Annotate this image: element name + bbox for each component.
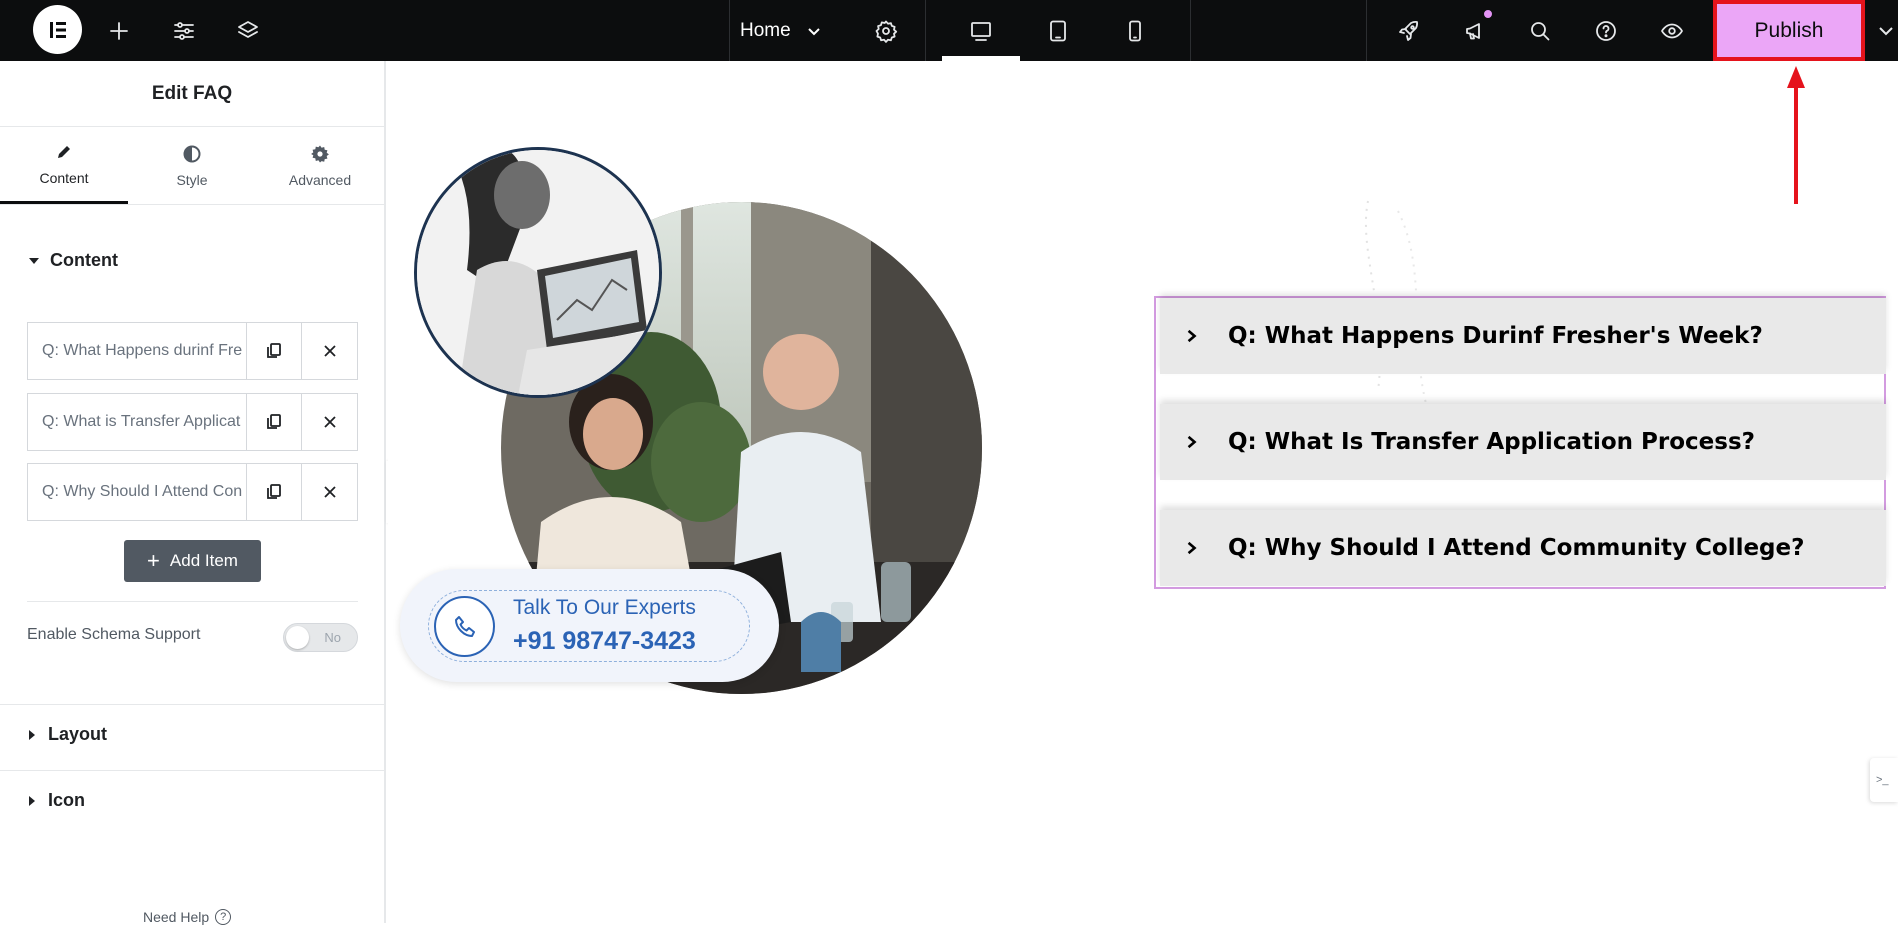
structure-layers-icon[interactable]	[235, 0, 261, 61]
schema-support-toggle[interactable]: No	[283, 623, 358, 652]
faq-question: Q: Why Should I Attend Community College…	[1228, 535, 1805, 561]
preview-canvas: Talk To Our Experts +91 98747-3423 Q: Wh…	[388, 61, 1898, 923]
student-laptop-photo	[414, 147, 662, 398]
content-section-toggle[interactable]: Content	[0, 250, 118, 271]
tab-style[interactable]: Style	[128, 127, 256, 204]
notification-dot	[1483, 9, 1493, 19]
separator	[1190, 0, 1191, 61]
repeater-item[interactable]: Q: What Happens durinf Fre	[27, 322, 358, 380]
duplicate-icon[interactable]	[247, 394, 303, 450]
remove-x-icon[interactable]	[302, 394, 357, 450]
content-section-label: Content	[50, 250, 118, 270]
chevron-right-icon	[1186, 328, 1198, 344]
separator	[925, 0, 926, 61]
separator	[729, 0, 730, 61]
gear-icon	[311, 145, 329, 162]
site-settings-icon[interactable]	[171, 0, 197, 61]
add-item-label: Add Item	[169, 551, 238, 570]
toggle-state-text: No	[324, 630, 341, 645]
page-name: Home	[740, 19, 791, 41]
schema-support-label: Enable Schema Support	[27, 626, 201, 643]
editor-panel: Edit FAQ Content Style Advanced Content …	[0, 61, 386, 925]
publish-button[interactable]: Publish	[1713, 0, 1865, 61]
caret-down-icon	[29, 257, 39, 264]
faq-item[interactable]: Q: What Is Transfer Application Process?	[1160, 404, 1886, 480]
icon-section-toggle[interactable]: Icon	[28, 790, 85, 811]
panel-tabs: Content Style Advanced	[0, 127, 384, 205]
faq-question: Q: What Is Transfer Application Process?	[1228, 429, 1755, 455]
separator	[1366, 0, 1367, 61]
elementor-logo-icon[interactable]	[33, 5, 82, 54]
remove-x-icon[interactable]	[302, 323, 357, 379]
plus-icon: +	[147, 548, 160, 573]
cta-title: Talk To Our Experts	[513, 596, 696, 619]
tab-advanced-label: Advanced	[288, 171, 352, 188]
tab-style-label: Style	[176, 171, 208, 188]
divider	[0, 770, 384, 771]
faq-item[interactable]: Q: Why Should I Attend Community College…	[1160, 510, 1886, 586]
panel-title: Edit FAQ	[0, 61, 384, 127]
caret-right-icon	[29, 795, 35, 806]
faq-widget[interactable]: Q: What Happens Durinf Fresher's Week? Q…	[1154, 296, 1886, 589]
tab-content[interactable]: Content	[0, 127, 128, 204]
tab-advanced[interactable]: Advanced	[256, 127, 384, 204]
repeater-item-title[interactable]: Q: Why Should I Attend Con	[28, 464, 248, 520]
tab-content-label: Content	[39, 170, 89, 186]
page-settings-gear-icon[interactable]	[873, 0, 899, 61]
toggle-knob	[286, 626, 309, 649]
faq-question: Q: What Happens Durinf Fresher's Week?	[1228, 323, 1763, 349]
help-icon[interactable]	[1593, 0, 1619, 61]
half-circle-icon	[183, 145, 201, 162]
repeater-item[interactable]: Q: Why Should I Attend Con	[27, 463, 358, 521]
icon-section-label: Icon	[48, 790, 86, 810]
divider	[0, 704, 384, 705]
preview-eye-icon[interactable]	[1659, 0, 1685, 61]
search-icon[interactable]	[1527, 0, 1553, 61]
chevron-right-icon	[1186, 540, 1198, 556]
divider	[27, 601, 358, 602]
layout-section-label: Layout	[48, 724, 108, 744]
desktop-view-icon[interactable]	[968, 0, 994, 61]
repeater-item[interactable]: Q: What is Transfer Applicat	[27, 393, 358, 451]
add-element-icon[interactable]	[106, 0, 132, 61]
remove-x-icon[interactable]	[302, 464, 357, 520]
chevron-right-icon	[1186, 434, 1198, 450]
page-selector[interactable]: Home	[740, 0, 823, 61]
duplicate-icon[interactable]	[247, 464, 303, 520]
cta-phone-number[interactable]: +91 98747-3423	[513, 627, 696, 656]
caret-right-icon	[29, 729, 35, 740]
layout-section-toggle[interactable]: Layout	[28, 724, 107, 745]
pencil-icon	[58, 146, 70, 158]
mobile-view-icon[interactable]	[1122, 0, 1148, 61]
add-item-button[interactable]: + Add Item	[124, 540, 261, 582]
publish-options-chevron-icon[interactable]	[1875, 0, 1897, 61]
repeater-item-title[interactable]: Q: What Happens durinf Fre	[28, 323, 248, 379]
repeater-item-title[interactable]: Q: What is Transfer Applicat	[28, 394, 248, 450]
duplicate-icon[interactable]	[247, 323, 303, 379]
tablet-view-icon[interactable]	[1045, 0, 1071, 61]
annotation-arrow-icon	[1787, 66, 1805, 204]
rocket-icon[interactable]	[1396, 0, 1422, 61]
top-bar: Home Publish	[0, 0, 1898, 61]
faq-item[interactable]: Q: What Happens Durinf Fresher's Week?	[1160, 298, 1886, 374]
chevron-down-icon	[807, 27, 820, 35]
terminal-chip-icon[interactable]: >_	[1870, 758, 1898, 802]
call-to-action-card[interactable]: Talk To Our Experts +91 98747-3423	[400, 569, 779, 682]
phone-icon	[434, 596, 495, 657]
